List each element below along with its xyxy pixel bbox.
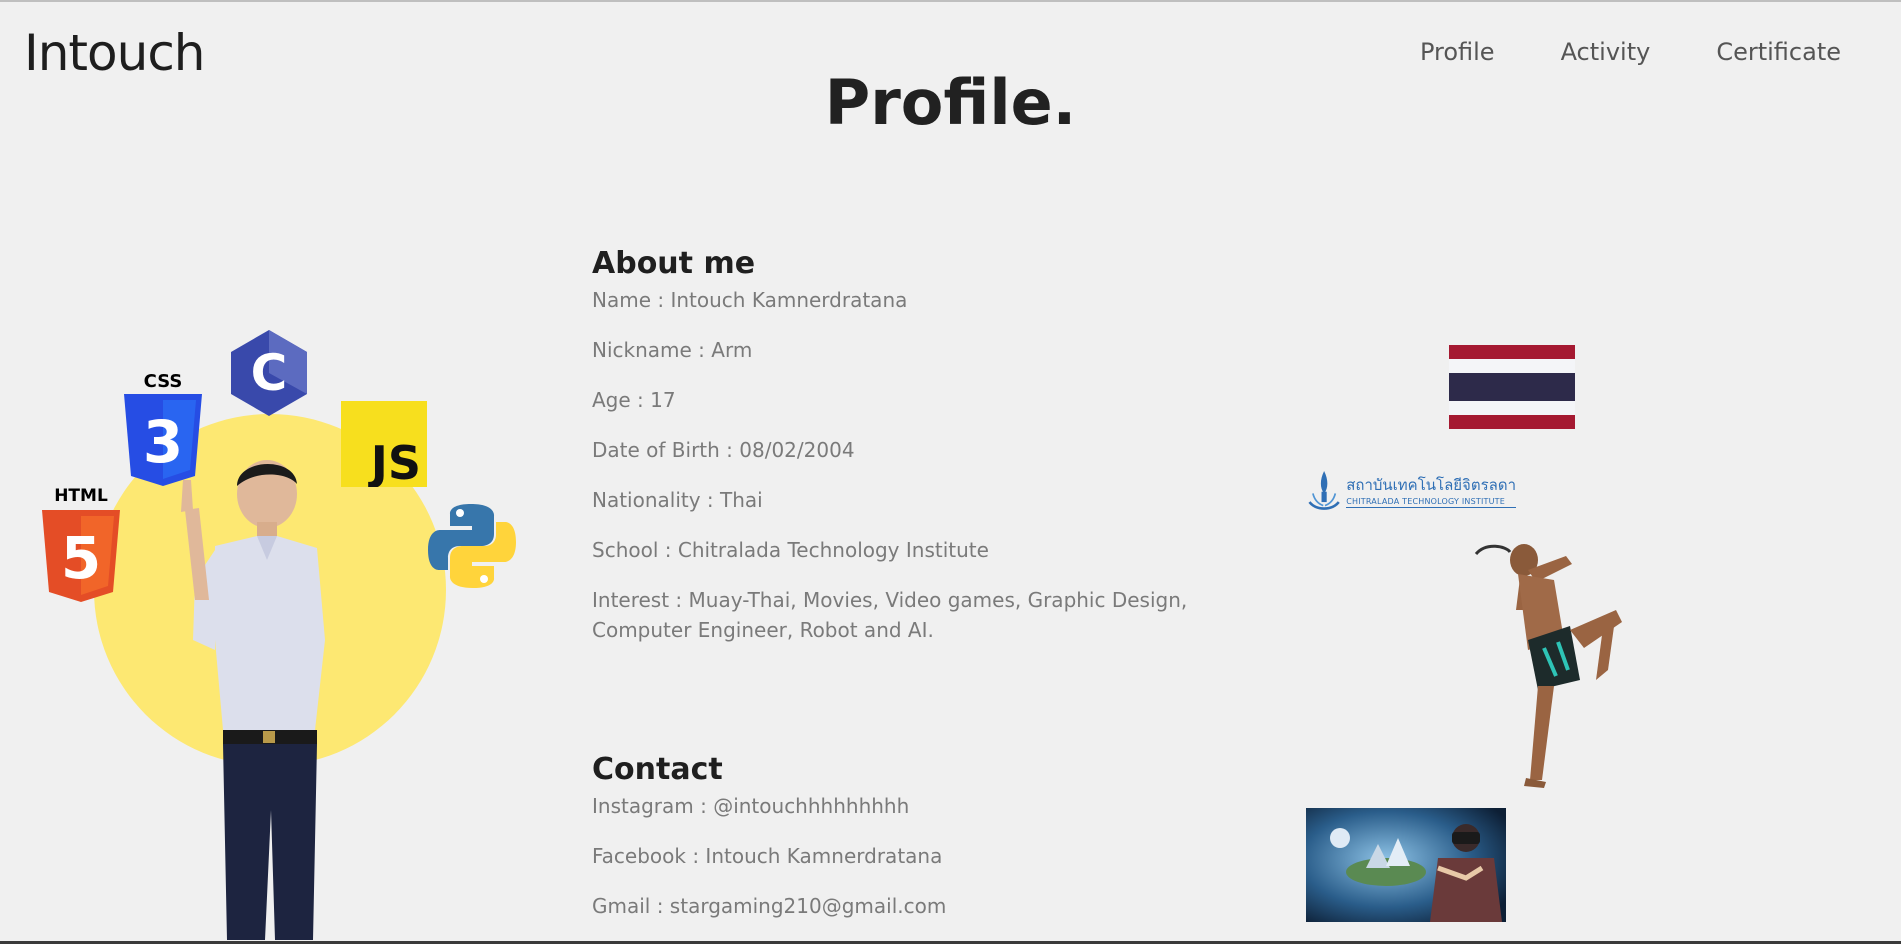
about-dob: Date of Birth : 08/02/2004 <box>592 438 855 462</box>
hero-illustration: HTML 5 CSS 3 C JS <box>0 300 540 940</box>
nav-profile[interactable]: Profile <box>1420 38 1495 66</box>
vr-gaming-image <box>1306 808 1506 922</box>
thai-flag-image <box>1449 345 1575 429</box>
about-section: About me Name : Intouch Kamnerdratana Ni… <box>592 246 1292 665</box>
about-age: Age : 17 <box>592 388 676 412</box>
school-emblem-icon <box>1308 471 1340 510</box>
contact-gmail: Gmail : stargaming210@gmail.com <box>592 894 947 918</box>
school-logo-image: สถาบันเทคโนโลยีจิตรลดา CHITRALADA TECHNO… <box>1306 464 1516 516</box>
html5-logo-icon: HTML 5 <box>42 486 120 602</box>
css-label: CSS <box>144 371 183 392</box>
about-name: Name : Intouch Kamnerdratana <box>592 288 908 312</box>
svg-text:JS: JS <box>368 436 421 487</box>
contact-section: Contact Instagram : @intouchhhhhhhhh Fac… <box>592 752 1292 941</box>
contact-instagram: Instagram : @intouchhhhhhhhh <box>592 794 910 818</box>
python-logo-icon <box>428 504 516 588</box>
about-heading: About me <box>592 246 756 281</box>
student-photo <box>181 460 325 940</box>
svg-text:C: C <box>251 344 288 402</box>
about-interest: Interest : Muay-Thai, Movies, Video game… <box>592 588 1188 642</box>
main-nav: Profile Activity Certificate <box>1420 38 1841 66</box>
about-school: School : Chitralada Technology Institute <box>592 538 989 562</box>
javascript-logo-icon: JS <box>341 401 427 487</box>
nav-activity[interactable]: Activity <box>1561 38 1651 66</box>
about-nationality: Nationality : Thai <box>592 488 763 512</box>
page-title: Profile. <box>824 66 1077 139</box>
c-language-logo-icon: C <box>231 330 307 416</box>
html-label: HTML <box>54 486 108 506</box>
muay-thai-fighter-image <box>1474 544 1622 788</box>
contact-heading: Contact <box>592 752 723 787</box>
top-border <box>0 0 1901 2</box>
contact-facebook: Facebook : Intouch Kamnerdratana <box>592 844 943 868</box>
svg-text:5: 5 <box>61 524 101 592</box>
about-nickname: Nickname : Arm <box>592 338 753 362</box>
nav-certificate[interactable]: Certificate <box>1716 38 1841 66</box>
school-name-thai: สถาบันเทคโนโลยีจิตรลดา <box>1346 475 1516 494</box>
school-name-english: CHITRALADA TECHNOLOGY INSTITUTE <box>1346 496 1505 506</box>
